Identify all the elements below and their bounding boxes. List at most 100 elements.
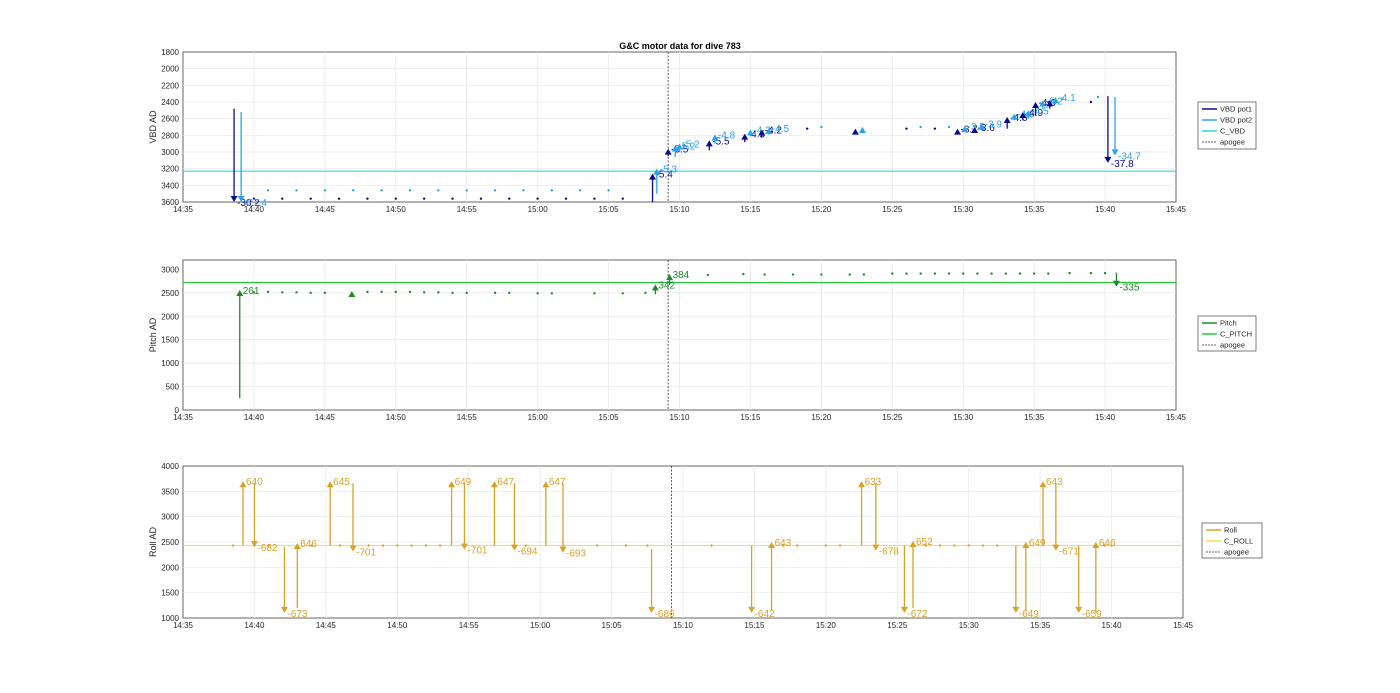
data-point: [394, 197, 397, 200]
move-label: 261: [243, 286, 260, 297]
move-label: -27.4: [244, 198, 267, 209]
y-tick-label: 3000: [161, 513, 179, 522]
data-point: [593, 292, 596, 295]
data-point: [579, 189, 582, 192]
data-point: [451, 197, 454, 200]
x-tick-label: 15:05: [602, 621, 623, 630]
x-tick-label: 14:40: [244, 413, 265, 422]
x-tick-label: 15:10: [669, 413, 690, 422]
pitch-panel: 14:35 14:40 14:45 14:50 14:55 15:00 15:05 15:10…: [148, 259, 1257, 422]
data-point: [380, 189, 383, 192]
move-label: -5.2: [683, 140, 701, 151]
data-point: [838, 544, 842, 547]
data-point: [621, 197, 624, 200]
data-point: [508, 197, 511, 200]
x-tick-label: 14:55: [457, 413, 478, 422]
legend-label: C_VBD: [1220, 127, 1246, 136]
data-point: [621, 292, 624, 295]
data-point: [424, 544, 428, 547]
data-point: [437, 189, 440, 192]
data-point: [451, 291, 454, 295]
data-point: [1004, 272, 1007, 275]
y-tick-label: 2200: [161, 81, 179, 90]
x-tick-label: 14:45: [315, 205, 336, 214]
data-point: [465, 189, 468, 192]
data-point: [933, 127, 937, 130]
data-point: [410, 544, 413, 547]
x-tick-label: 15:10: [669, 205, 690, 214]
data-point: [947, 272, 951, 275]
y-tick-label: 3000: [161, 265, 179, 274]
y-tick-label: 3500: [161, 487, 179, 496]
legend-label: C_PITCH: [1220, 330, 1252, 339]
x-tick-label: 15:45: [1173, 621, 1194, 630]
data-point: [380, 290, 383, 294]
move-label: -34.7: [1118, 151, 1141, 162]
data-point: [1089, 100, 1093, 104]
data-point: [742, 272, 745, 276]
y-tick-label: 1000: [161, 614, 179, 623]
y-tick-label: 2000: [161, 65, 179, 74]
move-label: 633: [865, 477, 882, 488]
move-label: -659: [1082, 609, 1102, 620]
data-point: [338, 544, 342, 547]
data-point: [820, 273, 823, 276]
data-point: [366, 290, 369, 294]
data-point: [710, 544, 713, 547]
x-tick-label: 15:30: [953, 205, 974, 214]
data-point: [1089, 271, 1093, 275]
move-label: -5.3: [660, 165, 678, 176]
data-point: [337, 197, 341, 200]
move-label: -642: [755, 609, 775, 620]
data-point: [953, 544, 956, 547]
move-label: 649: [455, 477, 472, 488]
data-point: [596, 544, 599, 547]
x-tick-label: 15:25: [887, 621, 908, 630]
move-label: 643: [1046, 477, 1063, 488]
x-tick-label: 14:50: [387, 621, 408, 630]
data-point: [536, 197, 539, 200]
y-tick-label: 3000: [161, 148, 179, 157]
x-tick-label: 15:40: [1095, 413, 1116, 422]
data-point: [967, 544, 970, 547]
legend-label: apogee: [1220, 341, 1245, 350]
legend-label: Roll: [1224, 526, 1237, 535]
data-point: [493, 189, 497, 192]
legend: Roll C_ROLLapogee: [1201, 522, 1263, 559]
data-point: [394, 290, 397, 294]
data-point: [938, 544, 942, 547]
data-point: [796, 544, 799, 547]
move-label: -3.9: [985, 120, 1003, 131]
x-tick-label: 15:10: [673, 621, 694, 630]
y-tick-label: 1800: [161, 48, 179, 57]
move-label: -335: [1119, 283, 1139, 294]
gc-motor-figure: G&C motor data for dive 783 14:35 14:40 14…: [148, 41, 1263, 630]
move-label: 643: [775, 538, 792, 549]
move-label: -4.8: [718, 131, 736, 142]
move-label: -701: [467, 546, 487, 557]
x-tick-label: 15:15: [744, 621, 765, 630]
move-label: -693: [566, 549, 586, 560]
data-point: [522, 189, 525, 192]
data-point: [381, 544, 385, 547]
data-point: [422, 291, 426, 294]
data-point: [465, 291, 468, 295]
data-point: [281, 291, 284, 294]
x-tick-label: 15:35: [1030, 621, 1051, 630]
x-tick-label: 15:35: [1024, 205, 1045, 214]
data-point: [366, 197, 369, 200]
data-point: [323, 189, 327, 192]
y-tick-label: 3400: [161, 181, 179, 190]
x-tick-label: 15:45: [1166, 413, 1187, 422]
data-point: [862, 273, 866, 276]
x-tick-label: 15:40: [1102, 621, 1123, 630]
data-point: [564, 197, 568, 200]
data-point: [408, 189, 412, 192]
y-tick-label: 2000: [161, 312, 179, 321]
y-tick-label: 2600: [161, 115, 179, 124]
y-tick-label: 3600: [161, 198, 179, 207]
legend-label: apogee: [1224, 548, 1249, 557]
legend-label: C_ROLL: [1224, 537, 1253, 546]
data-point: [646, 544, 649, 547]
data-point: [962, 272, 965, 275]
